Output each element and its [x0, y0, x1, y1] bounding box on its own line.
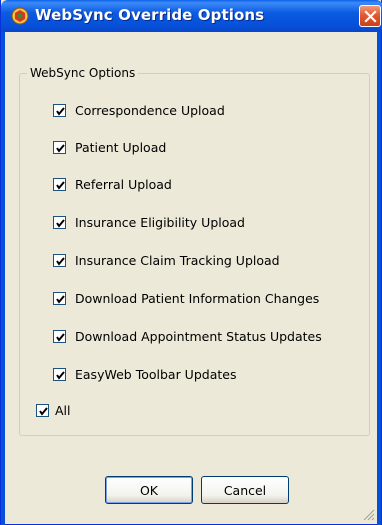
check-icon	[56, 294, 65, 304]
cancel-button[interactable]: Cancel	[201, 476, 289, 504]
check-icon	[56, 218, 65, 228]
checkbox-insurance-claim-tracking-upload[interactable]: Insurance Claim Tracking Upload	[53, 252, 280, 268]
checkbox[interactable]	[53, 367, 66, 381]
checkbox-download-appointment-status-updates[interactable]: Download Appointment Status Updates	[53, 328, 322, 344]
check-icon	[56, 256, 65, 266]
checkbox[interactable]	[53, 215, 66, 229]
checkbox[interactable]	[53, 291, 66, 305]
checkbox[interactable]	[36, 403, 49, 417]
check-icon	[56, 370, 65, 380]
checkbox-label[interactable]: Correspondence Upload	[75, 103, 225, 118]
checkbox-all[interactable]: All	[36, 402, 71, 418]
checkbox[interactable]	[53, 140, 66, 154]
checkbox-label[interactable]: All	[55, 403, 71, 418]
window-frame-left	[1, 32, 5, 525]
checkbox-correspondence-upload[interactable]: Correspondence Upload	[53, 102, 225, 118]
title-bar[interactable]: WebSync Override Options	[1, 0, 382, 32]
check-icon	[39, 406, 48, 416]
checkbox-referral-upload[interactable]: Referral Upload	[53, 176, 172, 192]
checkbox-label[interactable]: Insurance Claim Tracking Upload	[75, 253, 280, 268]
checkbox-label[interactable]: Patient Upload	[75, 140, 166, 155]
window-frame-right	[377, 32, 381, 525]
groupbox-label: WebSync Options	[27, 66, 139, 80]
check-icon	[56, 143, 65, 153]
resize-grip-icon[interactable]	[363, 506, 375, 521]
checkbox[interactable]	[53, 177, 66, 191]
checkbox-label[interactable]: Insurance Eligibility Upload	[75, 215, 245, 230]
app-icon	[11, 7, 29, 25]
checkbox-label[interactable]: Download Patient Information Changes	[75, 291, 319, 306]
check-icon	[56, 180, 65, 190]
checkbox[interactable]	[53, 253, 66, 267]
checkbox-download-patient-information-changes[interactable]: Download Patient Information Changes	[53, 290, 319, 306]
close-icon	[364, 10, 377, 23]
checkbox[interactable]	[53, 103, 66, 117]
close-button[interactable]	[359, 5, 381, 27]
checkbox-easyweb-toolbar-updates[interactable]: EasyWeb Toolbar Updates	[53, 366, 236, 382]
ok-button[interactable]: OK	[105, 476, 193, 504]
checkbox-label[interactable]: Download Appointment Status Updates	[75, 329, 322, 344]
check-icon	[56, 106, 65, 116]
window-title: WebSync Override Options	[35, 6, 265, 24]
checkbox-insurance-eligibility-upload[interactable]: Insurance Eligibility Upload	[53, 214, 245, 230]
check-icon	[56, 332, 65, 342]
dialog-window: WebSync Override Options WebSync Options…	[0, 0, 382, 525]
checkbox[interactable]	[53, 329, 66, 343]
checkbox-label[interactable]: Referral Upload	[75, 177, 172, 192]
checkbox-label[interactable]: EasyWeb Toolbar Updates	[75, 367, 236, 382]
checkbox-patient-upload[interactable]: Patient Upload	[53, 139, 166, 155]
